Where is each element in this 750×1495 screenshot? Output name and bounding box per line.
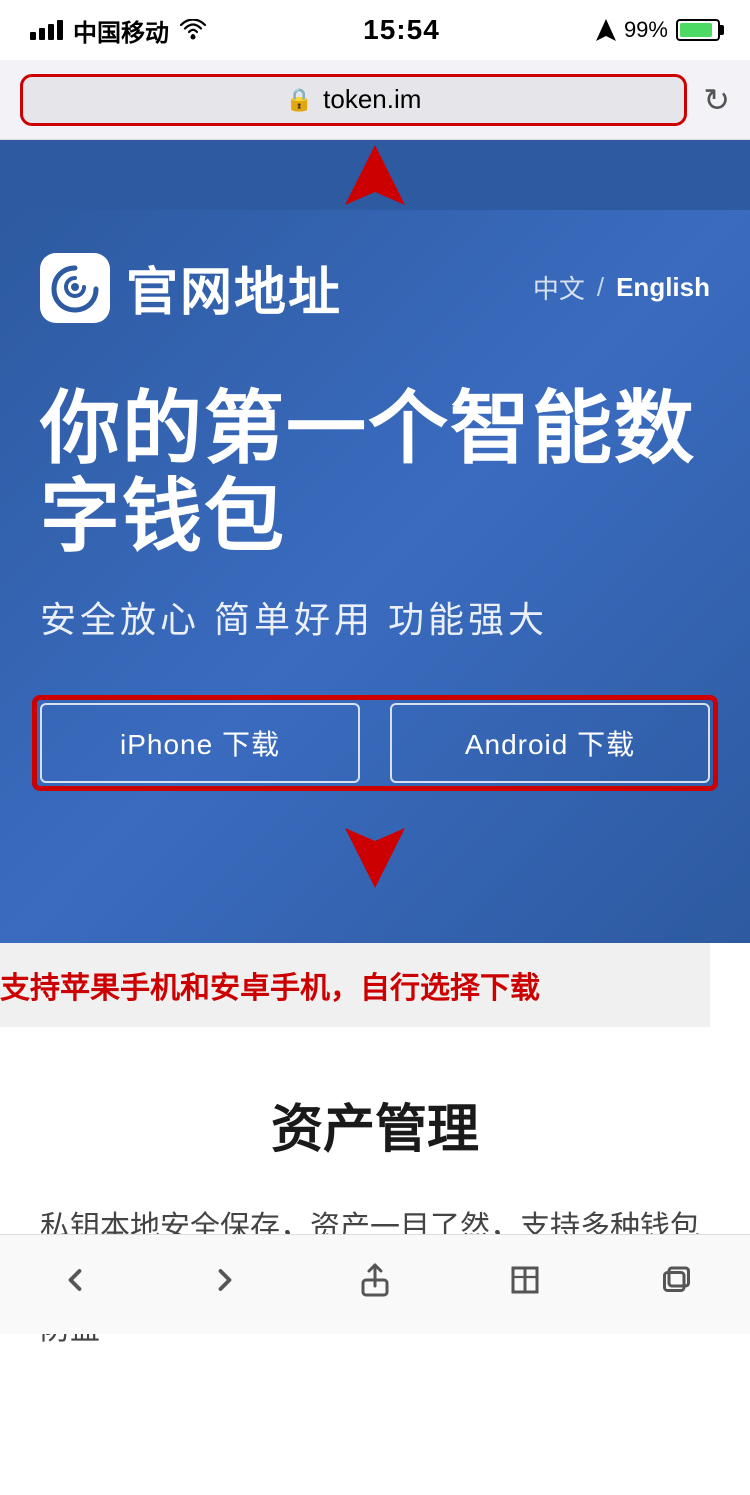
lang-chinese[interactable]: 中文 xyxy=(533,269,585,306)
support-text: 支持苹果手机和安卓手机，自行选择下载 xyxy=(0,943,710,1027)
carrier-text: 中国移动 xyxy=(73,13,169,48)
iphone-download-button[interactable]: iPhone 下载 xyxy=(40,703,360,783)
hero-heading: 你的第一个智能数字钱包 xyxy=(40,385,710,561)
url-text: token.im xyxy=(323,84,421,115)
section-title: 资产管理 xyxy=(40,1087,710,1162)
top-arrow-section xyxy=(0,140,750,210)
address-bar[interactable]: 🔒 token.im xyxy=(20,74,687,126)
language-switcher[interactable]: 中文 / English xyxy=(533,269,710,306)
status-right: 99% xyxy=(596,17,720,43)
bottom-nav xyxy=(0,1234,750,1334)
site-title: 官网地址 xyxy=(126,250,342,325)
content-section: 资产管理 私钥本地安全保存，资产一目了然，支持多种钱包类型，轻松导入导出，助记词… xyxy=(0,1027,750,1395)
hero-subtitle: 安全放心 简单好用 功能强大 xyxy=(40,591,710,643)
bottom-arrow-section xyxy=(40,823,710,893)
lang-divider: / xyxy=(597,272,604,303)
status-bar: 中国移动 15:54 99% xyxy=(0,0,750,60)
download-section: iPhone 下载 Android 下载 xyxy=(40,703,710,783)
battery-percent: 99% xyxy=(624,17,668,43)
arrow-down-icon xyxy=(335,823,415,893)
android-download-button[interactable]: Android 下载 xyxy=(390,703,710,783)
lock-icon: 🔒 xyxy=(286,87,313,113)
tabs-button[interactable] xyxy=(635,1250,715,1310)
bookmark-button[interactable] xyxy=(485,1250,565,1310)
share-button[interactable] xyxy=(335,1250,415,1310)
arrow-up-icon xyxy=(335,140,415,210)
back-button[interactable] xyxy=(35,1250,115,1310)
lang-english[interactable]: English xyxy=(616,272,710,303)
logo-icon xyxy=(40,253,110,323)
battery-icon xyxy=(676,19,720,41)
wifi-icon xyxy=(179,19,207,41)
battery-fill xyxy=(680,23,712,37)
location-icon xyxy=(596,18,616,42)
download-buttons: iPhone 下载 Android 下载 xyxy=(40,703,710,783)
reload-button[interactable]: ↻ xyxy=(703,81,730,119)
logo-section: 官网地址 xyxy=(40,250,342,325)
hero-section: 官网地址 中文 / English 你的第一个智能数字钱包 安全放心 简单好用 … xyxy=(0,210,750,943)
status-left: 中国移动 xyxy=(30,13,207,48)
browser-bar: 🔒 token.im ↻ xyxy=(0,60,750,140)
signal-icon xyxy=(30,20,63,40)
forward-button[interactable] xyxy=(185,1250,265,1310)
status-time: 15:54 xyxy=(363,14,440,46)
hero-header: 官网地址 中文 / English xyxy=(40,250,710,325)
